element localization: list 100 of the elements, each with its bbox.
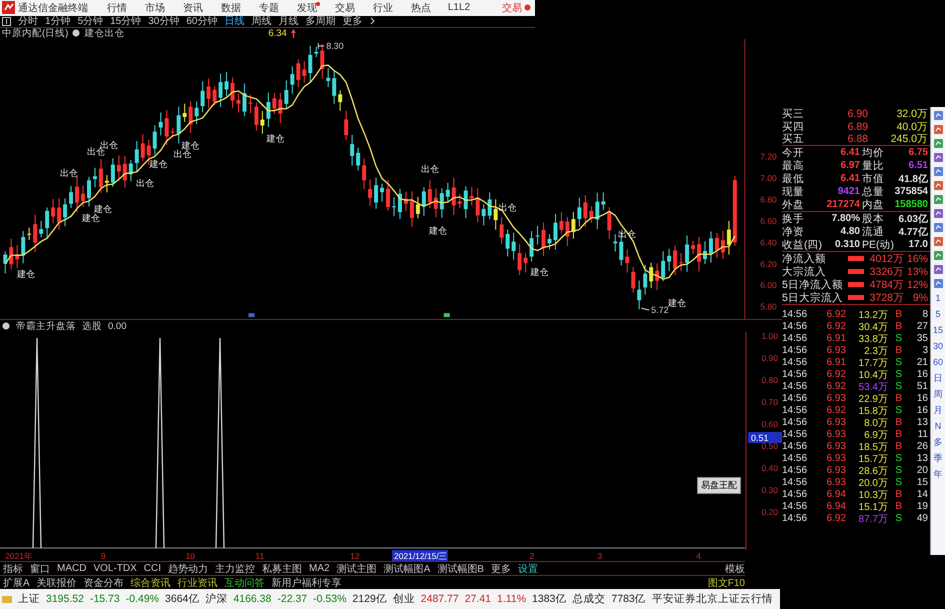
period-shortcut[interactable]: 年 [934,468,942,481]
period-tab[interactable]: 30分钟 [148,14,180,28]
menu-item[interactable]: 行业 [364,0,402,15]
stat-value: 6.41 [840,147,860,158]
indicator-tab[interactable]: 测试幅图B [437,562,484,576]
template-tab[interactable]: 模板 [725,562,745,576]
period-tab[interactable]: 月线 [278,14,298,28]
period-shortcut[interactable]: 1 [935,292,940,305]
toolbar-square-icon[interactable] [932,166,944,177]
trade-volume: 20.0万 [858,476,888,490]
indicator-tab[interactable]: 私募主图 [262,562,302,576]
menu-item[interactable]: 资讯 [174,0,212,15]
menu-item[interactable]: 市场 [136,0,174,15]
info-tab[interactable]: 综合资讯 [130,576,171,590]
toolbar-square-icon[interactable] [932,222,944,233]
menu-item[interactable]: L1L2 [440,2,478,14]
period-tab[interactable]: 更多 [342,14,362,28]
trade-volume: 33.8万 [858,332,888,346]
period-shortcut[interactable]: 季 [934,452,942,465]
candlestick [230,76,234,108]
candlestick [260,110,264,134]
stat-label: PE(动) [861,238,894,252]
indicator-tab[interactable]: 测试幅图A [384,562,430,576]
period-tab[interactable]: 分时 [18,14,38,28]
indicator-tab[interactable]: 趋势动力 [168,562,208,576]
toolbar-square-icon[interactable] [932,236,944,247]
trade-time: 14:56 [782,321,808,332]
indicator-tab[interactable]: 更多 [490,562,511,576]
trade-count: 14 [916,489,928,500]
info-tab[interactable]: 扩展A [3,576,30,590]
stat-label: 最高 [782,158,805,172]
toolbar-square-icon[interactable] [932,208,944,219]
candlestick [69,186,74,208]
indicator-tab[interactable]: 窗口 [30,562,50,576]
candlestick [296,58,300,88]
signal-label: 建仓 [94,204,112,214]
trade-volume: 10.4万 [858,368,888,382]
candlestick [182,103,187,122]
info-tab[interactable]: 资金分布 [84,576,124,590]
indicator-tab[interactable]: 测试主图 [336,562,377,576]
trade-side: B [894,345,902,356]
toolbar-square-icon[interactable] [932,250,944,261]
menu-item[interactable]: 数据 [212,0,250,15]
candlestick [326,68,330,88]
info-tab[interactable]: 互动问答 [224,576,265,590]
period-tab[interactable]: 日线 [224,14,244,28]
indicator-tab[interactable]: VOL-TDX [93,563,137,574]
toolbar-square-icon[interactable] [932,180,944,191]
candlestick [559,212,564,234]
candlestick-icon[interactable] [2,16,11,26]
period-shortcut[interactable]: 15 [932,324,943,337]
indicator-tab[interactable]: MACD [57,563,86,574]
menu-item[interactable]: 热点 [402,0,440,15]
f10-tab[interactable]: 图文F10 [708,576,745,590]
toolbar-square-icon[interactable] [932,138,944,149]
trade-button[interactable]: 交易 [502,0,535,15]
info-tab[interactable]: 关联报价 [36,576,77,590]
candlestick [410,190,414,228]
period-tab[interactable]: 5分钟 [78,14,104,28]
menu-item[interactable]: 发现 [288,0,326,15]
period-shortcut[interactable]: 60 [932,356,943,369]
period-tab[interactable]: 多周期 [306,14,336,28]
menu-item[interactable]: 行情 [98,0,136,15]
quote-volume: 40.0万 [896,120,928,134]
indicator-tab[interactable]: 主力监控 [215,562,256,576]
app-title: 通达信金融终端 [18,2,89,15]
trade-side: B [894,501,902,512]
period-shortcut[interactable]: 5 [935,308,940,321]
period-tab[interactable]: 周线 [252,14,272,28]
period-shortcut[interactable]: 30 [932,340,943,353]
toolbar-square-icon[interactable] [932,110,944,121]
toolbar-square-icon[interactable] [932,124,944,135]
period-tab[interactable]: 15分钟 [110,14,142,28]
toolbar-square-icon[interactable] [932,264,944,275]
period-tab[interactable]: 1分钟 [45,14,71,28]
info-tab[interactable]: 行业资讯 [178,576,218,590]
trade-price: 6.92 [826,309,846,320]
toolbar-square-icon[interactable] [932,152,944,163]
menu-item[interactable]: 专题 [250,0,288,15]
toolbar-square-icon[interactable] [932,278,944,289]
menu-item[interactable]: 交易 [326,0,364,15]
period-shortcut[interactable]: 月 [934,404,942,417]
circle-icon [2,322,10,330]
chevron-right-icon[interactable] [370,17,374,26]
formula-name: 建仓出仓 [84,26,124,40]
candlestick [176,106,181,144]
indicator-tab[interactable]: 指标 [3,562,23,576]
stat-label: 换手 [782,212,805,226]
period-tab[interactable]: 60分钟 [186,14,218,28]
indicator-tab[interactable]: 设置 [518,562,538,576]
stat-value: 9421 [836,186,860,197]
indicator-tab[interactable]: MA2 [309,563,330,574]
indicator-tab[interactable]: CCI [144,563,162,574]
toolbar-square-icon[interactable] [932,194,944,205]
period-shortcut[interactable]: 多 [934,436,942,449]
indicator-value: 0.00 [108,320,126,332]
period-shortcut[interactable]: 日 [934,372,942,385]
info-tab[interactable]: 新用户福利专享 [272,576,342,590]
period-shortcut[interactable]: 周 [934,388,942,401]
period-shortcut[interactable]: N [934,420,942,433]
